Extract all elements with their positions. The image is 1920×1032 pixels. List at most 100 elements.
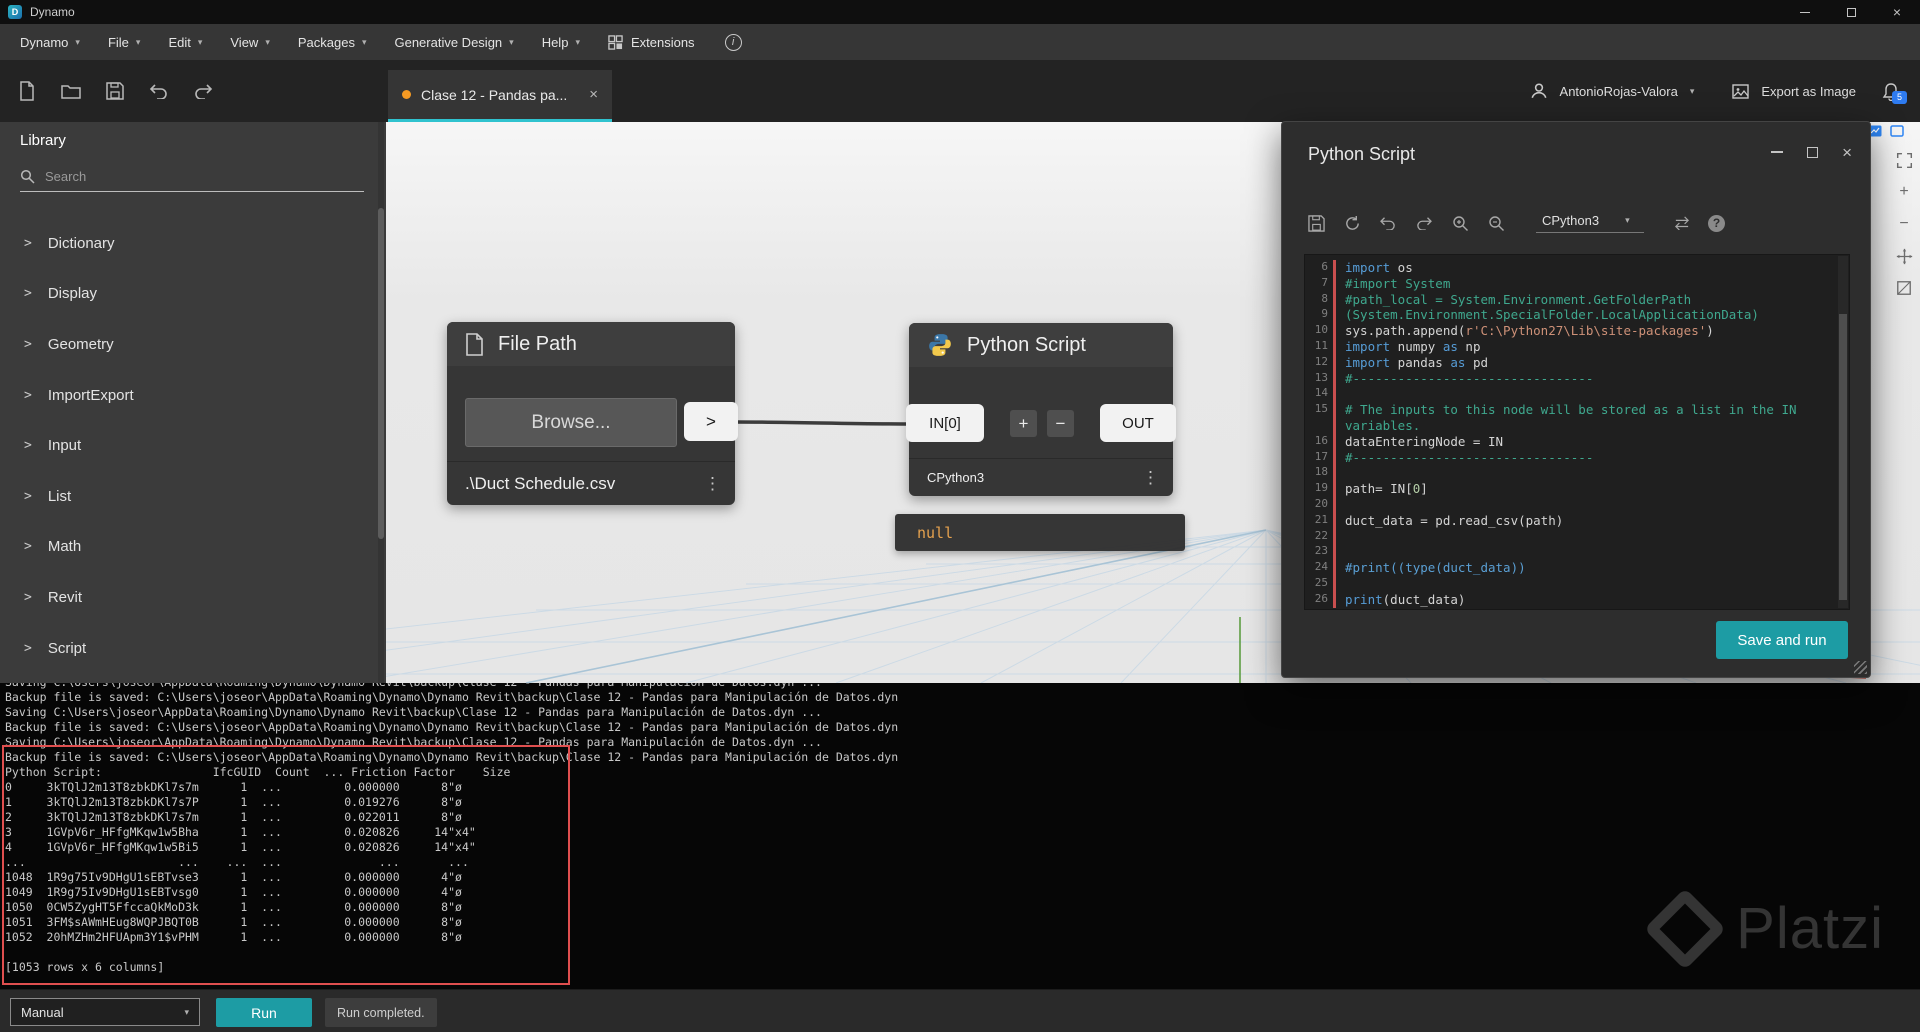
- library-item-string[interactable]: >String: [0, 673, 386, 683]
- code-line[interactable]: 6 import os: [1305, 260, 1835, 276]
- search-input[interactable]: [45, 169, 364, 184]
- menu-file[interactable]: File ▾: [94, 24, 154, 60]
- library-item-geometry[interactable]: > Geometry: [0, 319, 386, 370]
- orbit-button[interactable]: [1894, 278, 1914, 298]
- python-output-port[interactable]: OUT: [1100, 404, 1176, 442]
- library-scrollbar-thumb[interactable]: [378, 208, 384, 539]
- library-item-importexport[interactable]: > ImportExport: [0, 370, 386, 421]
- dialog-resize-grip[interactable]: [1854, 661, 1867, 674]
- code-line[interactable]: 12 import pandas as pd: [1305, 354, 1835, 371]
- convert-node-icon[interactable]: [1672, 213, 1692, 233]
- menu-dynamo[interactable]: Dynamo ▾: [6, 24, 94, 60]
- zoom-out-text-icon[interactable]: [1486, 213, 1506, 233]
- pan-button[interactable]: [1894, 246, 1914, 266]
- code-line[interactable]: 11 import numpy as np: [1305, 338, 1835, 355]
- info-icon[interactable]: i: [724, 33, 742, 51]
- tab-clase-12[interactable]: Clase 12 - Pandas pa... ×: [388, 70, 612, 122]
- browse-button[interactable]: Browse...: [465, 398, 677, 447]
- open-file-button[interactable]: [60, 80, 82, 102]
- code-line[interactable]: 17 #--------------------------------: [1305, 449, 1835, 466]
- code-line[interactable]: 21 duct_data = pd.read_csv(path): [1305, 512, 1835, 529]
- python-input-port[interactable]: IN[0]: [906, 404, 984, 442]
- user-name[interactable]: AntonioRojas-Valora: [1560, 84, 1678, 99]
- code-line[interactable]: 19 path= IN[0]: [1305, 481, 1835, 497]
- zoom-in-button[interactable]: +: [1894, 182, 1914, 202]
- code-line[interactable]: 18: [1305, 465, 1835, 482]
- code-scrollbar-track[interactable]: [1838, 256, 1848, 608]
- window-maximize-button[interactable]: [1828, 0, 1874, 24]
- engine-dropdown[interactable]: CPython3 ▾: [1536, 213, 1644, 233]
- save-script-icon[interactable]: [1306, 213, 1326, 233]
- code-line[interactable]: 15 # The inputs to this node will be stor…: [1305, 402, 1835, 418]
- modified-line-indicator: [1333, 323, 1336, 339]
- file-path-node[interactable]: File Path Browse... > .\Duct Schedule.cs…: [447, 322, 738, 505]
- dialog-maximize-button[interactable]: [1807, 146, 1819, 158]
- code-line[interactable]: 20: [1305, 496, 1835, 513]
- save-button[interactable]: [104, 80, 126, 102]
- library-item-dictionary[interactable]: > Dictionary: [0, 218, 386, 269]
- menu-view[interactable]: View ▾: [216, 24, 283, 60]
- library-item-list[interactable]: > List: [0, 471, 386, 522]
- chevron-down-icon[interactable]: ▾: [1690, 86, 1695, 97]
- save-and-run-button[interactable]: Save and run: [1716, 621, 1848, 659]
- window-close-button[interactable]: ×: [1874, 0, 1920, 24]
- run-mode-select[interactable]: Manual ▾: [10, 998, 200, 1026]
- code-line[interactable]: 8 #path_local = System.Environment.GetFol…: [1305, 291, 1835, 308]
- menu-packages[interactable]: Packages ▾: [284, 24, 381, 60]
- menu-generative-design[interactable]: Generative Design ▾: [380, 24, 527, 60]
- add-input-button[interactable]: +: [1010, 410, 1037, 437]
- code-line[interactable]: 22: [1305, 528, 1835, 545]
- dialog-minimize-button[interactable]: [1771, 151, 1784, 153]
- zoom-to-fit-button[interactable]: [1894, 150, 1914, 170]
- menu-edit[interactable]: Edit ▾: [154, 24, 216, 60]
- tab-close-icon[interactable]: ×: [589, 86, 598, 103]
- console-panel: Saving C:\Users\joseor\AppData\Roaming\D…: [0, 683, 1920, 989]
- python-node-header[interactable]: Python Script: [909, 323, 1173, 367]
- code-line[interactable]: 23: [1305, 544, 1835, 561]
- file-path-node-header[interactable]: File Path: [447, 322, 735, 366]
- remove-input-button[interactable]: −: [1047, 410, 1074, 437]
- revert-script-icon[interactable]: [1342, 213, 1362, 233]
- menu-extensions[interactable]: Extensions: [594, 24, 709, 60]
- background-preview-icon[interactable]: [1890, 124, 1904, 137]
- library-item-label: Input: [47, 437, 82, 455]
- node-options-icon[interactable]: ⋮: [704, 474, 721, 494]
- code-scrollbar-thumb[interactable]: [1839, 314, 1847, 600]
- code-line[interactable]: 16 dataEnteringNode = IN: [1305, 433, 1835, 450]
- menu-help[interactable]: Help ▾: [528, 24, 594, 60]
- code-line[interactable]: 9 (System.Environment.SpecialFolder.Local…: [1305, 307, 1835, 324]
- code-line[interactable]: 14: [1305, 386, 1835, 403]
- window-minimize-button[interactable]: [1782, 0, 1828, 24]
- redo-icon[interactable]: [1414, 213, 1434, 233]
- file-path-output-port[interactable]: >: [684, 402, 738, 441]
- python-editor-dialog[interactable]: Python Script × CPython3 ▾ ? 6 import os…: [1281, 121, 1871, 678]
- library-item-display[interactable]: > Display: [0, 269, 386, 320]
- library-item-math[interactable]: > Math: [0, 522, 386, 573]
- code-editor[interactable]: 6 import os 7 #import System 8 #path_local = …: [1304, 254, 1850, 610]
- new-file-button[interactable]: [16, 80, 38, 102]
- code-line[interactable]: 7 #import System: [1305, 275, 1835, 292]
- zoom-out-button[interactable]: −: [1894, 214, 1914, 234]
- run-button[interactable]: Run: [216, 998, 312, 1027]
- code-line[interactable]: 25: [1305, 575, 1835, 592]
- code-line[interactable]: variables.: [1305, 417, 1835, 434]
- dialog-close-button[interactable]: ×: [1842, 144, 1852, 161]
- python-script-node[interactable]: Python Script IN[0] + − OUT CPython3 ⋮: [906, 323, 1176, 496]
- node-options-icon[interactable]: ⋮: [1142, 468, 1159, 488]
- export-image-label[interactable]: Export as Image: [1761, 84, 1856, 99]
- undo-button[interactable]: [148, 80, 170, 102]
- code-line[interactable]: 13 #--------------------------------: [1305, 370, 1835, 387]
- modified-line-indicator: [1333, 528, 1336, 545]
- code-line[interactable]: 26 print(duct_data): [1305, 591, 1835, 608]
- help-icon[interactable]: ?: [1708, 214, 1725, 232]
- redo-button[interactable]: [192, 80, 214, 102]
- library-item-input[interactable]: > Input: [0, 420, 386, 471]
- zoom-in-text-icon[interactable]: [1450, 213, 1470, 233]
- code-line[interactable]: 24 #print((type(duct_data)): [1305, 560, 1835, 576]
- code-line[interactable]: 10 sys.path.append(r'C:\Python27\Lib\site…: [1305, 323, 1835, 339]
- library-search[interactable]: [20, 162, 364, 192]
- library-item-revit[interactable]: > Revit: [0, 572, 386, 623]
- library-item-script[interactable]: > Script: [0, 623, 386, 674]
- notifications-button[interactable]: 5: [1882, 82, 1907, 104]
- undo-icon[interactable]: [1378, 213, 1398, 233]
